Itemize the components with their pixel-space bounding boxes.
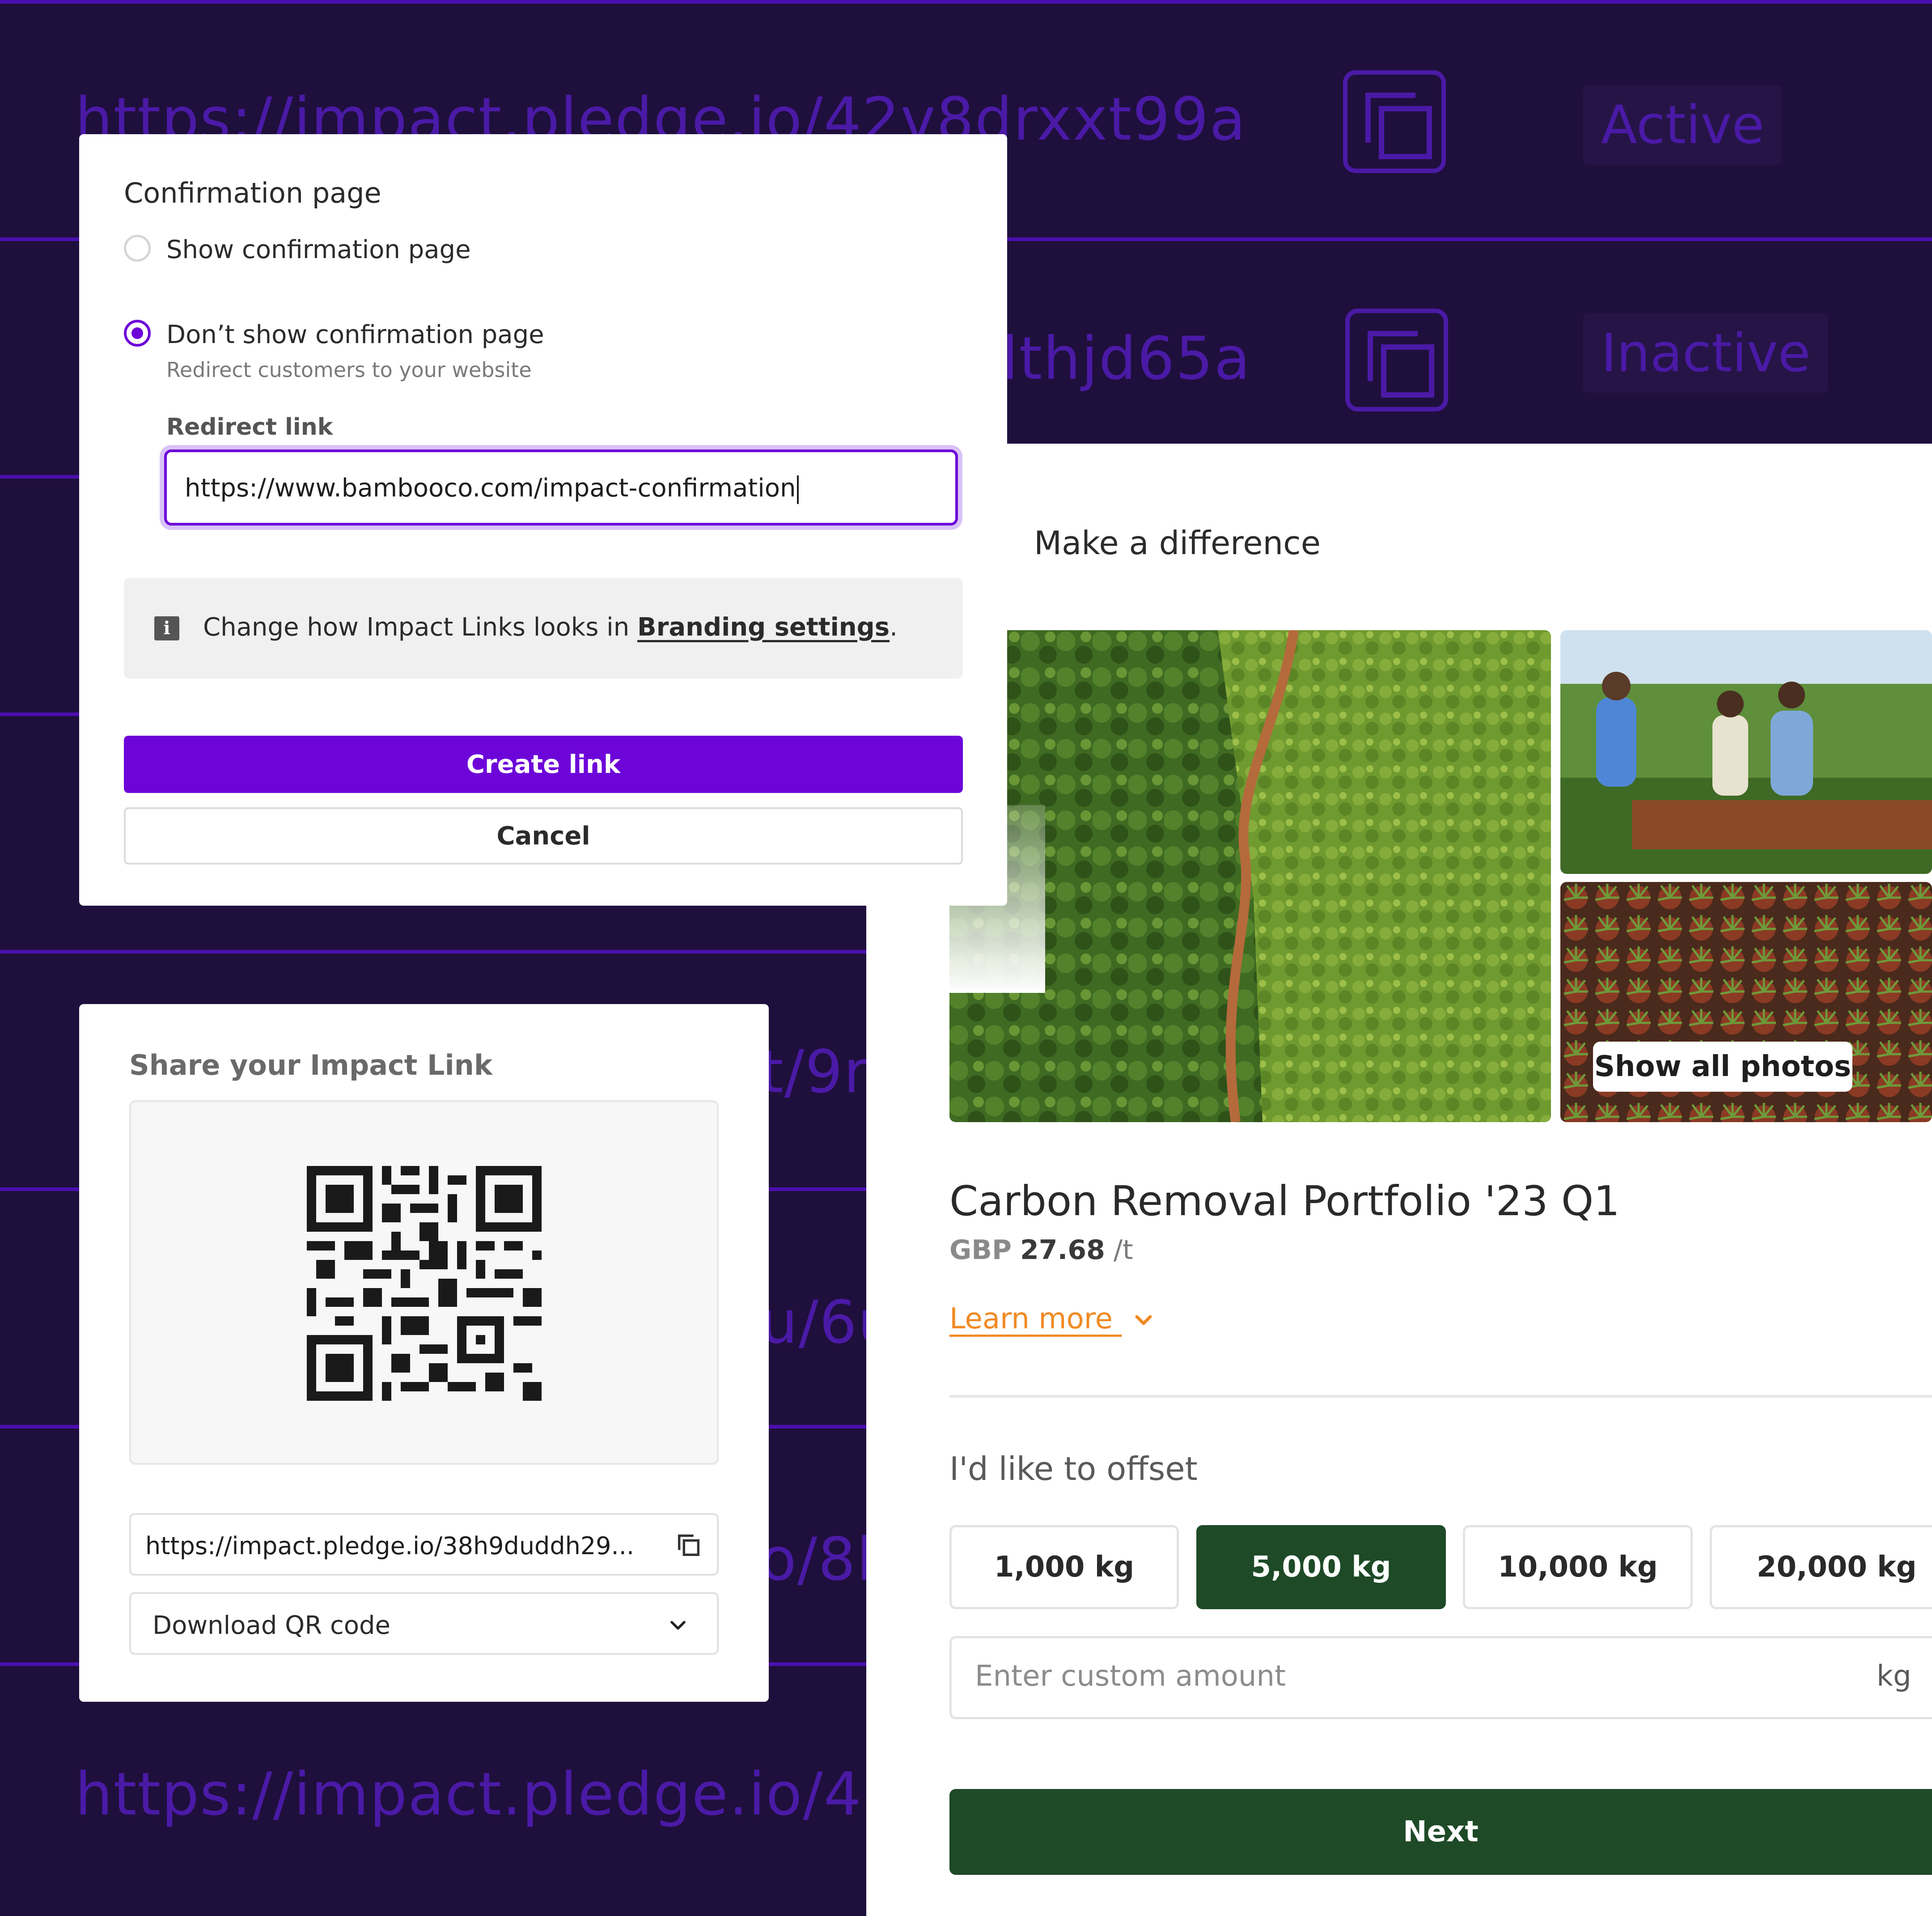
copy-icon[interactable] <box>1343 70 1446 173</box>
confirmation-settings-modal: Confirmation page Show confirmation page… <box>79 134 1007 906</box>
qr-code-panel <box>129 1100 719 1465</box>
farmers-nursery-photo[interactable] <box>1560 630 1932 874</box>
text-cursor <box>797 475 799 504</box>
divider <box>949 1395 1932 1398</box>
redirect-link-value: https://www.bambooco.com/impact-confirma… <box>185 474 799 504</box>
product-price: GBP 27.68 /t <box>949 1234 1133 1266</box>
row-url: https://impact.pledge.io/4 <box>75 1760 862 1829</box>
impact-link-field[interactable]: https://impact.pledge.io/38h9duddh29... <box>129 1513 719 1576</box>
row-url: t/9r <box>760 1038 869 1106</box>
chevron-down-icon <box>670 1621 686 1630</box>
offset-label: I'd like to offset <box>949 1450 1198 1488</box>
custom-amount-input[interactable]: Enter custom amount kg <box>949 1636 1932 1719</box>
section-heading: Make a difference <box>1034 524 1321 562</box>
next-button[interactable]: Next <box>949 1789 1932 1875</box>
create-link-button[interactable]: Create link <box>124 736 963 793</box>
learn-more-label: Learn more <box>949 1302 1113 1335</box>
qr-code-icon <box>307 1166 542 1401</box>
show-all-photos-button[interactable]: Show all photos <box>1593 1042 1852 1092</box>
amount-option-20000[interactable]: 20,000 kg <box>1710 1525 1932 1609</box>
status-badge: Active <box>1583 85 1783 165</box>
status-badge: Inactive <box>1583 313 1829 393</box>
learn-more-link[interactable]: Learn more <box>949 1302 1155 1335</box>
custom-amount-unit: kg <box>1877 1660 1911 1693</box>
custom-amount-placeholder: Enter custom amount <box>975 1660 1286 1693</box>
section-title: Confirmation page <box>124 177 381 209</box>
amount-option-1000[interactable]: 1,000 kg <box>949 1525 1179 1609</box>
download-qr-label: Download QR code <box>153 1611 390 1640</box>
price-unit: /t <box>1113 1234 1133 1266</box>
amount-option-5000[interactable]: 5,000 kg <box>1196 1525 1446 1609</box>
redirect-link-label: Redirect link <box>166 414 333 441</box>
info-banner: i Change how Impact Links looks in Brand… <box>124 578 963 678</box>
row-url: o/8l <box>760 1525 874 1594</box>
amount-option-10000[interactable]: 10,000 kg <box>1463 1525 1693 1609</box>
price-currency: GBP <box>949 1234 1012 1266</box>
copy-icon[interactable] <box>1345 309 1448 411</box>
share-title: Share your Impact Link <box>129 1049 493 1081</box>
cancel-button[interactable]: Cancel <box>124 807 963 865</box>
price-value: 27.68 <box>1020 1234 1105 1266</box>
copy-icon[interactable] <box>674 1531 703 1560</box>
info-text: Change how Impact Links looks in Brandin… <box>203 613 898 642</box>
radio-show-confirmation[interactable] <box>124 235 151 262</box>
option-dont-show-label[interactable]: Don’t show confirmation page <box>166 320 544 349</box>
impact-link-value: https://impact.pledge.io/38h9duddh29... <box>145 1532 635 1560</box>
option-show-label[interactable]: Show confirmation page <box>166 235 471 264</box>
option-hint: Redirect customers to your website <box>166 358 532 382</box>
radio-dont-show-confirmation[interactable] <box>124 320 151 347</box>
chevron-down-icon <box>1135 1315 1152 1325</box>
share-impact-link-card: Share your Impact Link https://impact.pl… <box>79 1004 769 1702</box>
offset-product-card: Make a difference Show all photos Carbon… <box>866 444 1932 1916</box>
info-icon: i <box>154 616 179 640</box>
row-url: lthjd65a <box>1002 324 1251 393</box>
product-title: Carbon Removal Portfolio '23 Q1 <box>949 1177 1620 1225</box>
redirect-link-input[interactable]: https://www.bambooco.com/impact-confirma… <box>164 449 958 526</box>
download-qr-select[interactable]: Download QR code <box>129 1592 719 1655</box>
branding-settings-link[interactable]: Branding settings <box>637 613 890 642</box>
